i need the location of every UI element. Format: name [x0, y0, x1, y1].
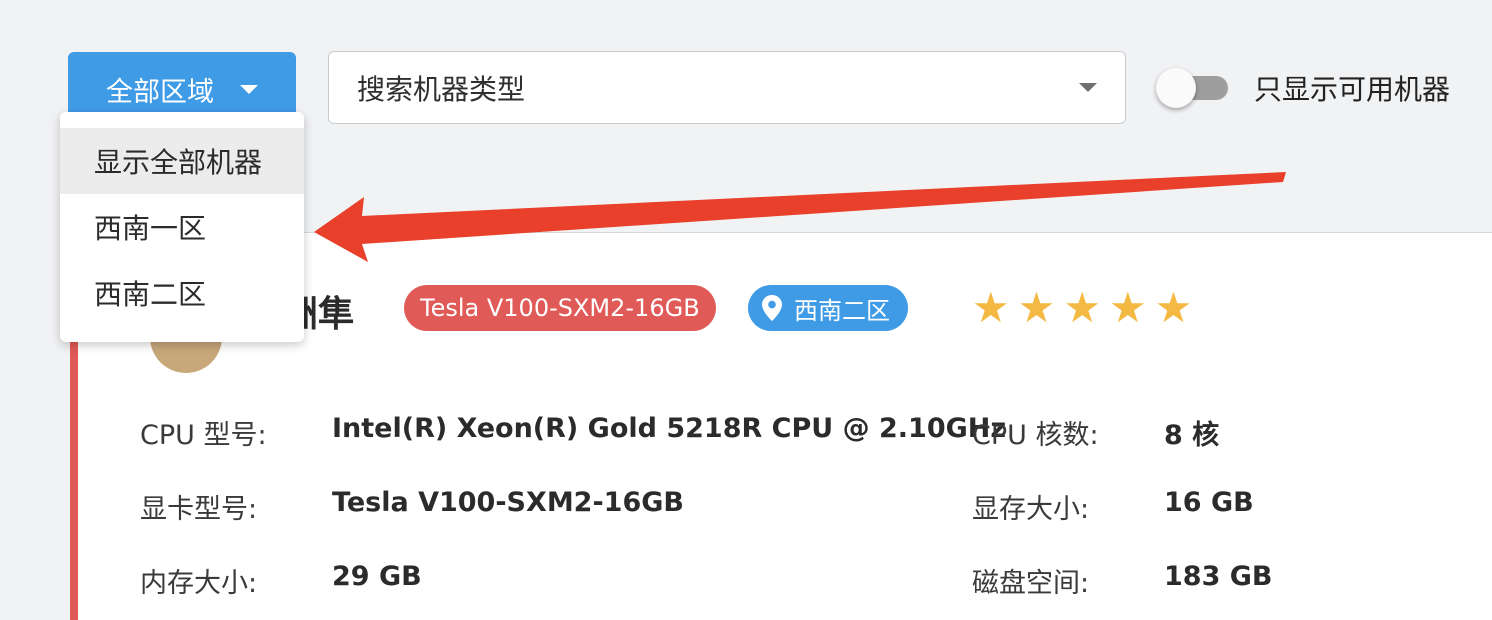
annotation-arrow-icon	[314, 172, 1286, 262]
app-page: 全部区域 搜索机器类型 只显示可用机器 洲隼 Tesla V100-SXM2-1…	[0, 0, 1492, 620]
